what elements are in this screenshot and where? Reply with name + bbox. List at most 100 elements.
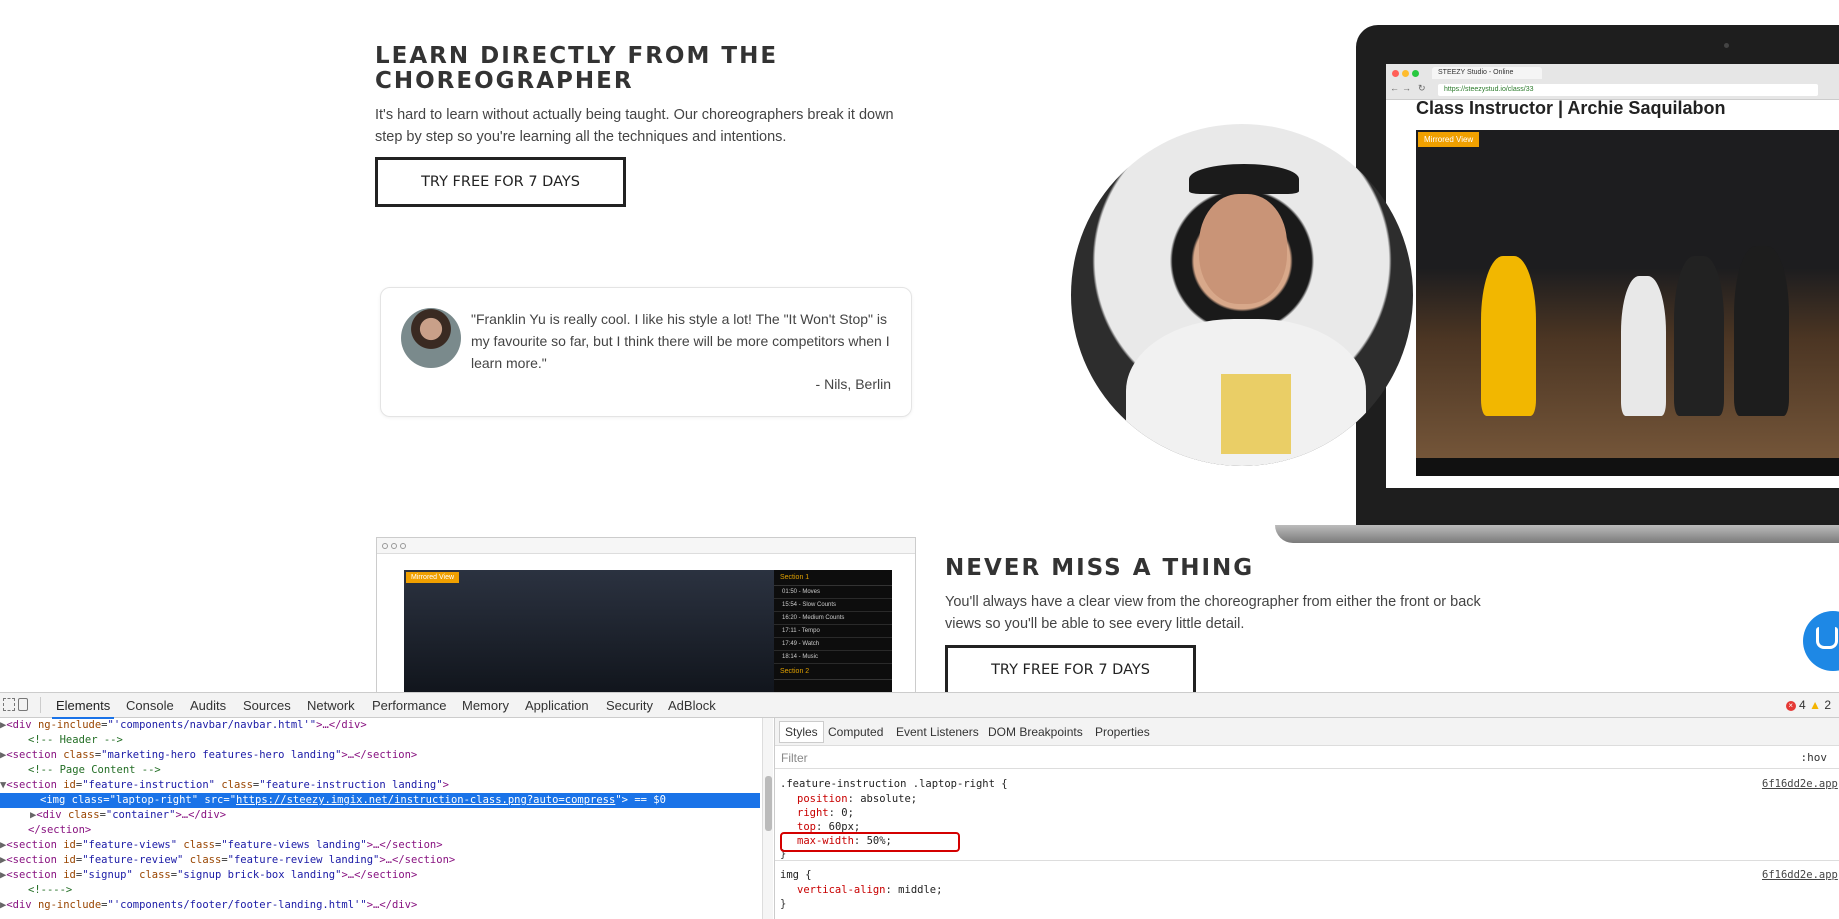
dom-node[interactable]: ▶<section id="feature-review" class="fea… (0, 853, 760, 868)
inspect-element-icon[interactable] (3, 698, 15, 711)
feature-instruction-description: It's hard to learn without actually bein… (375, 107, 894, 145)
close-dot-icon (1392, 70, 1399, 77)
section-header: Section 2 (774, 664, 892, 680)
dom-node[interactable]: ▶<section class="marketing-hero features… (0, 748, 760, 763)
testimonial-author: - Nils, Berlin (815, 376, 891, 392)
section-item: 01:50 - Moves (774, 586, 892, 599)
section-item: 17:11 - Tempo (774, 625, 892, 638)
section-item: 18:14 - Music (774, 651, 892, 664)
back-arrow-icon: ← (1390, 83, 1399, 93)
rule-source-link[interactable]: 6f16dd2e.app (1762, 868, 1838, 882)
tab-properties[interactable]: Properties (1095, 725, 1150, 739)
error-icon: × (1785, 700, 1796, 711)
feature-instruction-heading: LEARN DIRECTLY FROM THE CHOREOGRAPHER (375, 43, 779, 94)
red-annotation-box (780, 832, 960, 852)
instructor-circle-image (1071, 124, 1413, 466)
dom-node[interactable]: ▶<section id="signup" class="signup bric… (0, 868, 760, 883)
css-declaration[interactable]: position: absolute; (797, 792, 917, 806)
dom-node[interactable]: ▶<div ng-include="'components/navbar/nav… (0, 718, 760, 733)
tab-computed[interactable]: Computed (828, 725, 883, 739)
tab-event-listeners[interactable]: Event Listeners (896, 725, 979, 739)
try-free-button[interactable]: TRY FREE FOR 7 DAYS (375, 157, 626, 207)
elements-scrollbar[interactable] (762, 718, 773, 919)
reload-icon: ↻ (1418, 83, 1426, 93)
webcam-dot (1724, 43, 1729, 48)
tab-security[interactable]: Security (606, 698, 653, 713)
testimonial-quote: "Franklin Yu is really cool. I like his … (471, 311, 890, 371)
section-list: Section 1 01:50 - Moves 15:54 - Slow Cou… (774, 570, 892, 698)
dom-node-selected[interactable]: <img class="laptop-right" src="https://s… (0, 793, 760, 808)
tab-dom-breakpoints[interactable]: DOM Breakpoints (988, 725, 1083, 739)
filter-input[interactable]: Filter (781, 751, 808, 765)
rule-selector[interactable]: img { (780, 868, 812, 882)
css-rule: img { 6f16dd2e.app vertical-align: middl… (775, 868, 1839, 913)
dom-comment[interactable]: <!----> (0, 883, 760, 898)
address-bar: https://steezystud.io/class/33 (1438, 84, 1818, 96)
dom-node[interactable]: ▶<div class="container">…</div> (0, 808, 760, 823)
warning-count: 2 (1824, 698, 1831, 712)
section-header: Section 1 (774, 570, 892, 586)
window-dot-icon (400, 543, 406, 549)
dom-comment[interactable]: <!-- Page Content --> (0, 763, 760, 778)
section-item: 16:20 - Medium Counts (774, 612, 892, 625)
window-dot-icon (391, 543, 397, 549)
forward-arrow-icon: → (1402, 83, 1411, 93)
dom-node[interactable]: </section> (0, 823, 760, 838)
tab-audits[interactable]: Audits (190, 698, 226, 713)
dancer-figure (1734, 246, 1789, 416)
laptop-screen: STEEZY Studio - Online ← → ↻ https://ste… (1386, 64, 1839, 488)
maximize-dot-icon (1412, 70, 1419, 77)
devtools-panel: Elements Console Audits Sources Network … (0, 692, 1839, 919)
devtools-tabbar: Elements Console Audits Sources Network … (0, 693, 1839, 719)
minimize-dot-icon (1402, 70, 1409, 77)
section-item: 15:54 - Slow Counts (774, 599, 892, 612)
tab-application[interactable]: Application (525, 698, 589, 713)
hov-toggle[interactable]: :hov (1801, 751, 1828, 764)
chat-widget-button[interactable] (1803, 611, 1839, 671)
tab-adblock[interactable]: AdBlock (668, 698, 716, 713)
instructor-hat (1189, 164, 1299, 194)
laptop-base (1275, 525, 1839, 543)
scrollbar-thumb[interactable] (765, 776, 772, 831)
instructor-face (1199, 194, 1287, 304)
browser-chrome: STEEZY Studio - Online ← → ↻ https://ste… (1386, 64, 1839, 100)
tab-styles[interactable]: Styles (779, 721, 824, 743)
dom-node[interactable]: ▶<div ng-include="'components/footer/foo… (0, 898, 760, 913)
dancer-figure (1674, 256, 1724, 416)
css-declaration[interactable]: vertical-align: middle; (797, 883, 942, 897)
warning-icon: ▲ (1809, 698, 1821, 712)
tab-performance[interactable]: Performance (372, 698, 446, 713)
tab-network[interactable]: Network (307, 698, 355, 713)
try-free-button[interactable]: TRY FREE FOR 7 DAYS (945, 645, 1196, 695)
dom-node[interactable]: ▶<section id="feature-views" class="feat… (0, 838, 760, 853)
dom-node[interactable]: ▼<section id="feature-instruction" class… (0, 778, 760, 793)
device-toolbar-icon[interactable] (18, 698, 28, 711)
video-controls (1416, 458, 1839, 476)
class-instructor-title: Class Instructor | Archie Saquilabon (1416, 98, 1726, 118)
shirt-logo (1221, 374, 1291, 454)
mockup-topbar (377, 538, 915, 554)
section-item: 17:49 - Watch (774, 638, 892, 651)
rule-close-brace: } (780, 898, 787, 910)
mockup-video: Mirrored View (404, 570, 774, 698)
tab-memory[interactable]: Memory (462, 698, 509, 713)
tab-console[interactable]: Console (126, 698, 174, 713)
css-declaration[interactable]: right: 0; (797, 806, 854, 820)
error-count: 4 (1799, 698, 1806, 712)
feature-views-heading: NEVER MISS A THING (945, 555, 1255, 581)
tab-sources[interactable]: Sources (243, 698, 291, 713)
styles-tabbar: Styles Computed Event Listeners DOM Brea… (775, 718, 1839, 746)
elements-tree: ▶<div ng-include="'components/navbar/nav… (0, 718, 762, 919)
testimonial-card: "Franklin Yu is really cool. I like his … (380, 287, 912, 417)
console-status[interactable]: × 4 ▲ 2 (1785, 698, 1831, 712)
toolbar-divider (40, 697, 41, 713)
img-src-link[interactable]: https://steezy.imgix.net/instruction-cla… (236, 794, 615, 806)
rule-selector[interactable]: .feature-instruction .laptop-right { (780, 777, 1008, 791)
styles-filter[interactable]: Filter :hov (775, 747, 1839, 769)
dom-comment[interactable]: <!-- Header --> (0, 733, 760, 748)
tab-elements[interactable]: Elements (51, 698, 115, 719)
browser-tab: STEEZY Studio - Online (1432, 67, 1542, 79)
reviewer-avatar (401, 308, 461, 368)
rule-source-link[interactable]: 6f16dd2e.app (1762, 777, 1838, 791)
feature-views-description: You'll always have a clear view from the… (945, 594, 1481, 632)
